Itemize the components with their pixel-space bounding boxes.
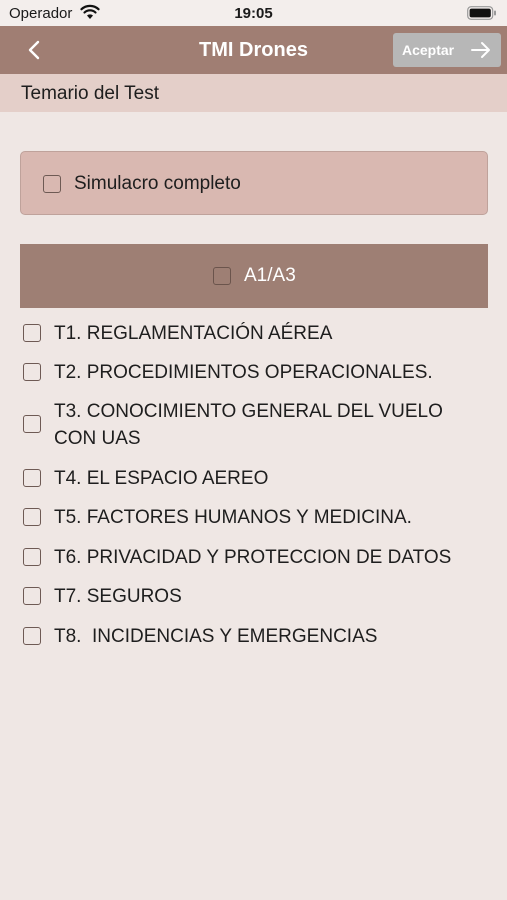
topic-checkbox[interactable]: [23, 363, 41, 381]
accept-button-label: Aceptar: [402, 42, 455, 58]
topic-checkbox[interactable]: [23, 548, 41, 566]
topic-label: T7. SEGUROS: [54, 586, 182, 607]
topic-item[interactable]: T4. EL ESPACIO AEREO: [23, 465, 483, 492]
status-time: 19:05: [234, 5, 273, 22]
battery-icon: [467, 6, 497, 20]
simulation-label: Simulacro completo: [74, 173, 241, 194]
topic-label: T5. FACTORES HUMANOS Y MEDICINA.: [54, 507, 412, 528]
navigation-bar: TMI Drones Aceptar: [0, 26, 507, 74]
topic-label: T1. REGLAMENTACIÓN AÉREA: [54, 323, 333, 344]
topic-item[interactable]: T7. SEGUROS: [23, 583, 483, 610]
topic-item[interactable]: T2. PROCEDIMIENTOS OPERACIONALES.: [23, 359, 483, 386]
topic-checkbox[interactable]: [23, 415, 41, 433]
topic-item[interactable]: T1. REGLAMENTACIÓN AÉREA: [23, 320, 483, 347]
section-a1a3[interactable]: A1/A3: [20, 244, 488, 308]
topic-item[interactable]: T6. PRIVACIDAD Y PROTECCION DE DATOS: [23, 544, 483, 571]
section-header: Temario del Test: [0, 74, 507, 112]
simulation-checkbox[interactable]: [43, 175, 61, 193]
accept-button[interactable]: Aceptar: [393, 33, 501, 67]
topic-label: T4. EL ESPACIO AEREO: [54, 468, 269, 489]
topic-label: T6. PRIVACIDAD Y PROTECCION DE DATOS: [54, 547, 452, 568]
section-label: A1/A3: [244, 265, 296, 286]
topic-item[interactable]: T8. INCIDENCIAS Y EMERGENCIAS: [23, 623, 483, 650]
page-subtitle: Temario del Test: [21, 83, 159, 104]
full-simulation-option[interactable]: Simulacro completo: [20, 151, 488, 215]
topic-checkbox[interactable]: [23, 508, 41, 526]
topic-checkbox[interactable]: [23, 627, 41, 645]
topic-checkbox[interactable]: [23, 469, 41, 487]
topic-checkbox[interactable]: [23, 587, 41, 605]
topic-label: T3. CONOCIMIENTO GENERAL DEL VUELO CON U…: [54, 401, 443, 449]
section-checkbox[interactable]: [213, 267, 231, 285]
arrow-right-icon: [471, 41, 491, 59]
topic-item[interactable]: T3. CONOCIMIENTO GENERAL DEL VUELO CON U…: [23, 398, 483, 452]
status-bar: Operador 19:05: [0, 0, 507, 26]
topic-label: T2. PROCEDIMIENTOS OPERACIONALES.: [54, 362, 433, 383]
topic-checkbox[interactable]: [23, 324, 41, 342]
topic-item[interactable]: T5. FACTORES HUMANOS Y MEDICINA.: [23, 504, 483, 531]
topic-label: T8. INCIDENCIAS Y EMERGENCIAS: [54, 626, 378, 647]
